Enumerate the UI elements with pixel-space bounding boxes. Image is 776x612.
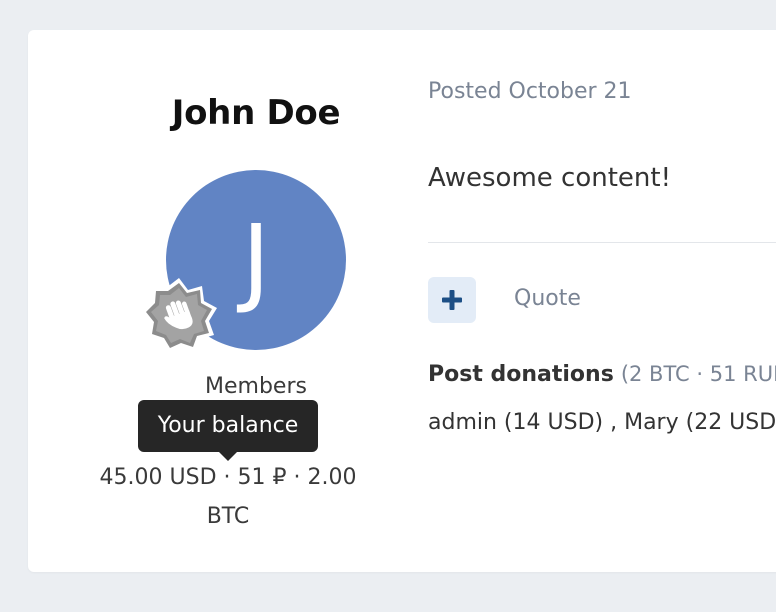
user-balance[interactable]: 45.00 USD · 51 ₽ · 2.00 BTC [76,458,380,536]
donors-list: admin (14 USD) , Mary (22 USD [428,410,776,435]
author-group: Members [205,374,307,399]
quote-button[interactable]: Quote [514,286,581,311]
balance-tooltip: Your balance [138,400,318,452]
donations-summary: (2 BTC · 51 RUB [620,362,776,386]
plus-icon [442,290,462,310]
post-content: Awesome content! [428,163,672,193]
donor-item[interactable]: admin (14 USD) [428,410,603,435]
post-divider [428,242,776,243]
post-date[interactable]: Posted October 21 [428,79,632,104]
donations-title: Post donations [428,362,614,387]
waving-hand-icon [141,278,217,353]
donor-separator: , [610,410,618,435]
author-name[interactable]: John Doe [28,96,484,130]
donor-item[interactable]: Mary (22 USD [624,410,776,435]
multiquote-button[interactable] [428,277,476,323]
post-donations: Post donations (2 BTC · 51 RUB [428,362,776,387]
